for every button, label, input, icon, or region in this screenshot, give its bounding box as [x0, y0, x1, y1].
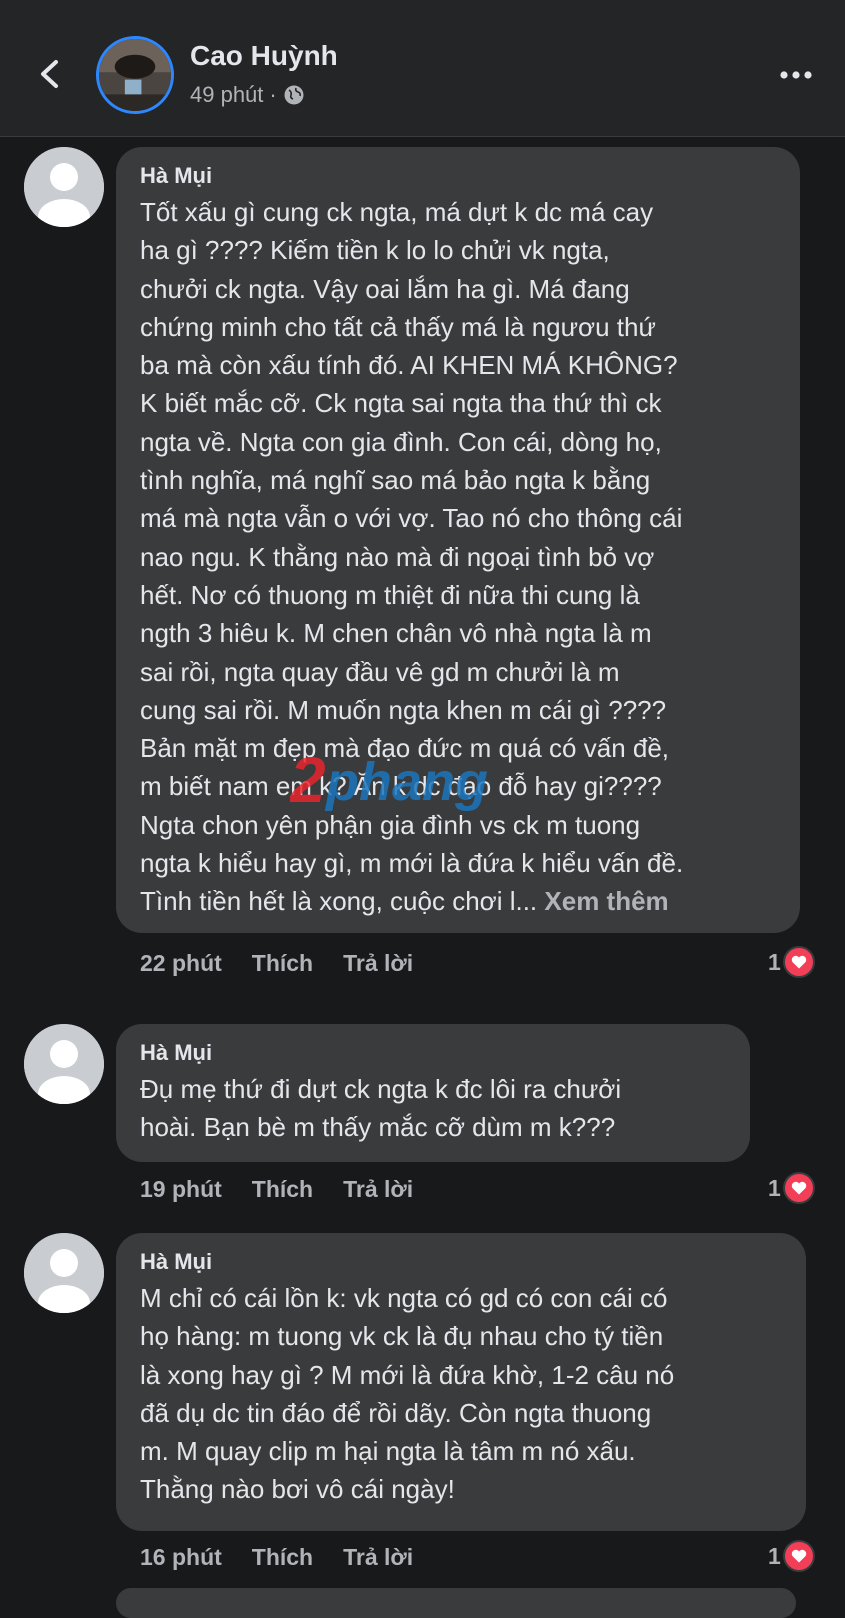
reaction-number: 1 — [768, 948, 781, 975]
comment-author[interactable]: Hà Mụi — [140, 1247, 784, 1277]
post-meta: 49 phút · — [190, 82, 305, 108]
reply-button[interactable]: Trả lời — [343, 950, 413, 977]
see-more-link[interactable]: Xem thêm — [544, 886, 668, 916]
comment-time[interactable]: 16 phút — [140, 1544, 222, 1571]
more-options-button[interactable] — [778, 60, 818, 90]
commenter-avatar[interactable] — [24, 1024, 104, 1104]
heart-reaction-icon — [782, 1172, 815, 1204]
comment-actions: 16 phút Thích Trả lời — [140, 1544, 413, 1571]
globe-icon — [284, 85, 304, 105]
back-button[interactable] — [30, 52, 70, 96]
default-avatar-icon — [24, 1024, 104, 1104]
default-avatar-icon — [24, 147, 104, 227]
comment-author[interactable]: Hà Mụi — [140, 1038, 728, 1068]
comment-bubble: Hà Mụi M chỉ có cái lồn k: vk ngta có gd… — [116, 1233, 806, 1531]
comment-time[interactable]: 19 phút — [140, 1176, 222, 1203]
poster-name[interactable]: Cao Huỳnh — [190, 40, 338, 72]
avatar-photo — [99, 39, 171, 111]
reaction-number: 1 — [768, 1174, 781, 1201]
post-header: Cao Huỳnh 49 phút · — [0, 0, 845, 137]
commenter-avatar[interactable] — [24, 1233, 104, 1313]
comment-bubble: Hà Mụi Đụ mẹ thứ đi dựt ck ngta k đc lôi… — [116, 1024, 750, 1162]
like-button[interactable]: Thích — [252, 950, 313, 977]
reaction-number: 1 — [768, 1542, 781, 1569]
chevron-left-icon — [41, 60, 58, 88]
next-comment-bubble — [116, 1588, 796, 1618]
meta-separator: · — [269, 82, 277, 107]
comment-author[interactable]: Hà Mụi — [140, 161, 778, 191]
comment-actions: 22 phút Thích Trả lời — [140, 950, 413, 977]
reply-button[interactable]: Trả lời — [343, 1544, 413, 1571]
comment-bubble: Hà Mụi Tốt xấu gì cung ck ngta, má dựt k… — [116, 147, 800, 933]
reaction-count[interactable]: 1 — [768, 1172, 815, 1204]
reply-button[interactable]: Trả lời — [343, 1176, 413, 1203]
like-button[interactable]: Thích — [252, 1544, 313, 1571]
reaction-count[interactable]: 1 — [768, 946, 815, 978]
like-button[interactable]: Thích — [252, 1176, 313, 1203]
more-dots-icon — [780, 71, 812, 79]
comment-text-body: Tốt xấu gì cung ck ngta, má dựt k dc má … — [140, 197, 684, 917]
post-time[interactable]: 49 phút — [190, 82, 263, 108]
default-avatar-icon — [24, 1233, 104, 1313]
comment-text: Đụ mẹ thứ đi dựt ck ngta k đc lôi ra chư… — [140, 1074, 622, 1143]
comment-text: M chỉ có cái lồn k: vk ngta có gd có con… — [140, 1283, 675, 1505]
poster-avatar[interactable] — [96, 36, 174, 114]
heart-reaction-icon — [782, 946, 815, 978]
comment-time[interactable]: 22 phút — [140, 950, 222, 977]
comment-actions: 19 phút Thích Trả lời — [140, 1176, 413, 1203]
commenter-avatar[interactable] — [24, 147, 104, 227]
comment-text: Tốt xấu gì cung ck ngta, má dựt k dc má … — [140, 193, 778, 921]
reaction-count[interactable]: 1 — [768, 1540, 815, 1572]
heart-reaction-icon — [782, 1540, 815, 1572]
